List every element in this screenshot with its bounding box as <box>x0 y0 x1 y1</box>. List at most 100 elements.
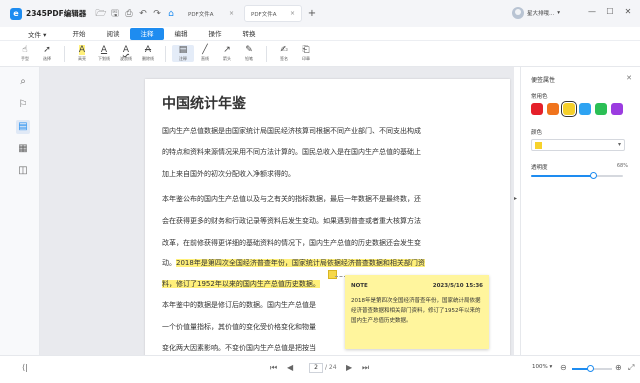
zoom-slider-thumb[interactable] <box>586 365 594 372</box>
search-icon[interactable]: ⌕ <box>16 75 30 89</box>
save-icon[interactable]: 🖫 <box>108 7 122 21</box>
select-tool[interactable]: ➚ 选择 <box>36 45 58 62</box>
menu-start[interactable]: 开始 <box>62 28 96 40</box>
strikeout-icon: A <box>144 45 152 55</box>
text-line: 一个价值量指标，其价值的变化受价格变化和物量 <box>162 323 316 331</box>
note-marker-icon[interactable] <box>328 270 337 279</box>
zoom-out-icon[interactable]: ⊖ <box>560 363 567 372</box>
arrow-tool[interactable]: ↗ 箭头 <box>216 45 238 62</box>
close-button[interactable]: ✕ <box>622 6 634 18</box>
window-controls: — ☐ ✕ <box>586 6 634 18</box>
zoom-in-icon[interactable]: ⊕ <box>615 363 622 372</box>
fit-page-icon[interactable]: ⤢ <box>628 363 634 373</box>
line-tool[interactable]: ╱ 直线 <box>194 45 216 62</box>
user-account[interactable]: 星大排哦... ▾ <box>512 7 560 19</box>
arrow-icon: ↗ <box>223 45 231 55</box>
menu-annotate[interactable]: 注释 <box>130 27 164 40</box>
tab-label: PDF文件A <box>188 11 214 18</box>
sticky-note[interactable]: NOTE 2023/5/10 15:36 2018年是第四次全国经济普查年份，国… <box>345 275 489 349</box>
note-tool[interactable]: ▤ 注释 <box>172 45 194 62</box>
document-tab[interactable]: PDF文件A × <box>182 5 240 22</box>
minimize-button[interactable]: — <box>586 6 598 18</box>
user-name: 星大排哦... <box>527 11 555 17</box>
squiggly-icon: A <box>122 45 130 55</box>
stamp-tool[interactable]: ⎗ 印章 <box>295 45 317 62</box>
note-datetime: 2023/5/10 15:36 <box>432 283 483 289</box>
print-icon[interactable]: ⎙ <box>122 7 136 21</box>
menu-convert[interactable]: 转换 <box>232 28 266 40</box>
hand-tool[interactable]: ☝ 手型 <box>14 45 36 62</box>
last-page-icon[interactable]: ⏭ <box>362 363 369 373</box>
document-tab-active[interactable]: PDF文件A × <box>244 5 302 22</box>
folder-open-icon[interactable]: 🗁 <box>94 7 108 21</box>
title-bar: e 2345PDF编辑器 🗁 🖫 ⎙ ↶ ↷ ⌂ PDF文件A × PDF文件A… <box>0 0 640 27</box>
text-line: 本年鉴公布的国内生产总值以及与之有关的指标数据，最后一年数据不是最终数，还 <box>162 195 421 203</box>
strikeout-tool[interactable]: A 删除线 <box>137 45 159 62</box>
toolbar-divider <box>266 45 267 62</box>
home-icon[interactable]: ⌂ <box>164 7 178 21</box>
page-number-input[interactable]: 2 <box>309 363 323 373</box>
underline-tool[interactable]: A 下划线 <box>93 45 115 62</box>
color-swatch-purple[interactable] <box>611 103 623 115</box>
note-icon: ▤ <box>178 45 188 55</box>
highlight-icon: A <box>78 45 86 55</box>
layers-icon[interactable]: ◫ <box>16 164 30 178</box>
color-swatch-green[interactable] <box>595 103 607 115</box>
panel-title: 便签属性 <box>531 77 556 84</box>
color-swatch-blue[interactable] <box>579 103 591 115</box>
zoom-select[interactable]: 100% ▾ <box>532 364 552 370</box>
document-viewer[interactable]: 中国统计年鉴 国内生产总值数据是由国家统计局国民经济核算司根据不同产业部门、不同… <box>40 67 514 355</box>
prev-page-icon[interactable]: ◀ <box>287 363 293 372</box>
bookmark-icon[interactable]: ⚐ <box>16 98 30 112</box>
opacity-slider[interactable] <box>531 172 623 179</box>
highlight-tool[interactable]: A 高亮 <box>71 45 93 62</box>
undo-icon[interactable]: ↶ <box>136 7 150 21</box>
close-icon[interactable]: ✕ <box>626 74 632 82</box>
sidebar-toggle-icon[interactable]: ⟨| <box>22 363 28 372</box>
color-select[interactable]: ▾ <box>531 139 625 151</box>
tab-close-icon[interactable]: × <box>229 10 234 17</box>
tool-label: 手型 <box>21 56 29 61</box>
color-swatch-yellow[interactable] <box>561 101 577 117</box>
color-label: 颜色 <box>531 130 543 136</box>
first-page-icon[interactable]: ⏮ <box>270 363 277 373</box>
tool-label: 高亮 <box>78 56 86 61</box>
opacity-slider-thumb[interactable] <box>590 172 598 179</box>
comment-list-icon[interactable]: ▤ <box>16 120 30 134</box>
maximize-button[interactable]: ☐ <box>604 6 616 18</box>
text-line: 动。2018年是第四次全国经济普查年份，国家统计局依据经济普查数据和相关部门资 <box>162 258 425 268</box>
squiggly-tool[interactable]: A 波浪线 <box>115 45 137 62</box>
sign-icon: ✍ <box>280 45 288 55</box>
stamp-icon: ⎗ <box>302 45 310 55</box>
text-line: 的特点和资料来源情况采用不同方法计算的。国民总收入是在国内生产总值的基础上 <box>162 148 421 156</box>
highlighted-text[interactable]: 料，修订了1952年以来的国内生产总值历史数据。 <box>162 280 320 288</box>
redo-icon[interactable]: ↷ <box>150 7 164 21</box>
note-body[interactable]: 2018年是第四次全国经济普查年份，国家统计局依据经济普查数据和相关部门资料，修… <box>351 296 483 326</box>
menu-edit[interactable]: 编辑 <box>164 28 198 40</box>
menu-operate[interactable]: 操作 <box>198 28 232 40</box>
sign-tool[interactable]: ✍ 签名 <box>273 45 295 62</box>
underline-icon: A <box>100 45 108 55</box>
text-line: 料，修订了1952年以来的国内生产总值历史数据。 <box>162 279 320 289</box>
color-swatch-red[interactable] <box>531 103 543 115</box>
text-line: 加上来自国外的初次分配收入净额求得的。 <box>162 170 295 178</box>
menu-file[interactable]: 文件 ▾ <box>28 29 62 39</box>
tool-label: 波浪线 <box>120 56 132 61</box>
chevron-down-icon: ▾ <box>557 10 561 16</box>
text-line: 本年鉴中的数据是修订后的数据。国内生产总值是 <box>162 301 316 309</box>
thumbnail-icon[interactable]: ▦ <box>16 142 30 156</box>
pencil-tool[interactable]: ✎ 铅笔 <box>238 45 260 62</box>
tool-label: 删除线 <box>142 56 154 61</box>
app-logo: e 2345PDF编辑器 <box>10 7 90 20</box>
zoom-slider[interactable] <box>572 365 612 372</box>
color-swatch-orange[interactable] <box>547 103 559 115</box>
line-icon: ╱ <box>202 45 208 55</box>
app-logo-icon: e <box>10 7 22 20</box>
menu-read[interactable]: 阅读 <box>96 28 130 40</box>
tab-close-icon[interactable]: × <box>290 10 295 17</box>
highlighted-text[interactable]: 2018年是第四次全国经济普查年份，国家统计局依据经济普查数据和相关部门资 <box>176 259 425 267</box>
add-tab-button[interactable]: + <box>306 8 318 19</box>
current-color-chip <box>535 142 542 149</box>
next-page-icon[interactable]: ▶ <box>346 363 352 372</box>
pdf-page[interactable]: 中国统计年鉴 国内生产总值数据是由国家统计局国民经济核算司根据不同产业部门、不同… <box>145 79 510 355</box>
